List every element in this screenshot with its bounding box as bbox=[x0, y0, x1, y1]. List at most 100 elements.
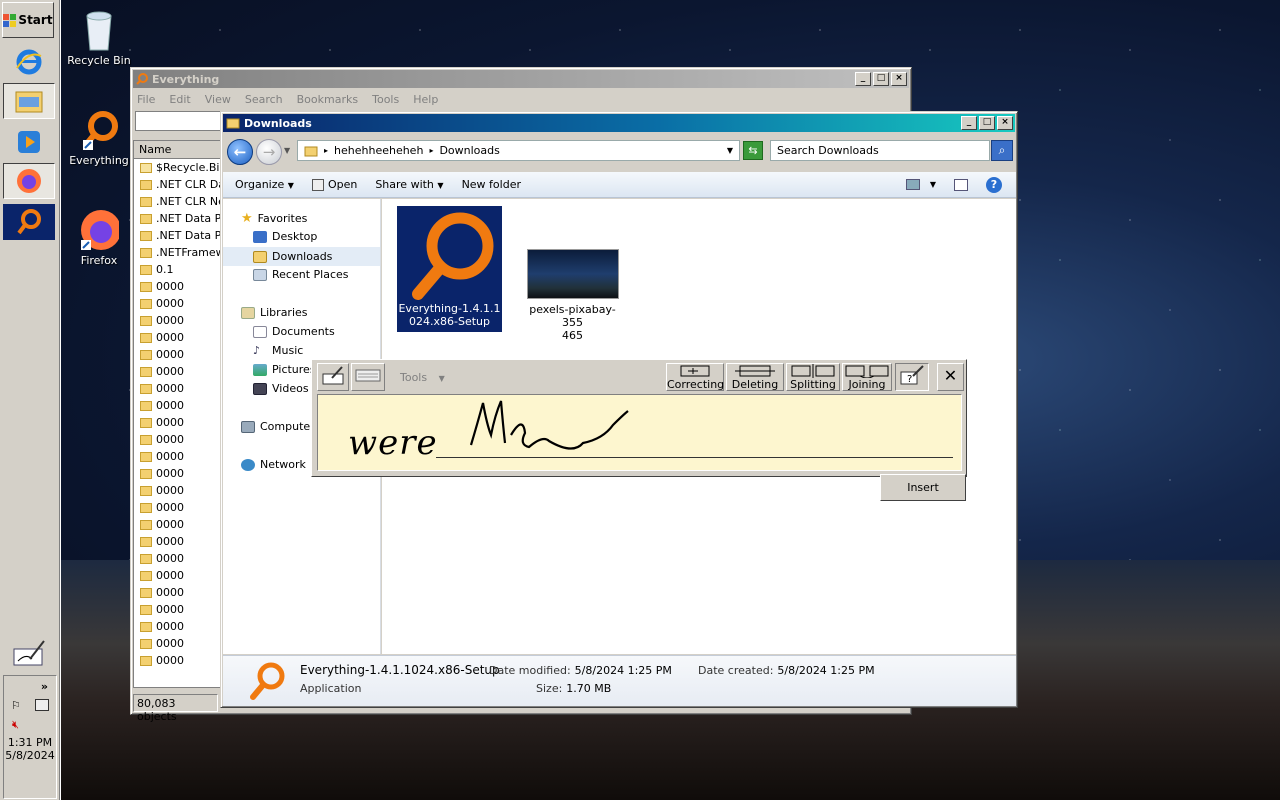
back-button[interactable]: ← bbox=[227, 139, 253, 165]
new-folder-button[interactable]: New folder bbox=[462, 178, 521, 191]
column-header-name[interactable]: Name bbox=[134, 141, 220, 159]
nav-desktop[interactable]: Desktop bbox=[253, 230, 317, 243]
change-view-icon[interactable] bbox=[905, 179, 920, 190]
everything-search-input[interactable] bbox=[135, 111, 223, 131]
list-item[interactable]: 0000 bbox=[134, 550, 220, 567]
list-item[interactable]: 0000 bbox=[134, 601, 220, 618]
network-icon[interactable] bbox=[34, 699, 49, 711]
action-center-flag-icon[interactable]: ⚐ bbox=[11, 699, 21, 712]
forward-button[interactable]: → bbox=[256, 139, 282, 165]
keyboard-button[interactable] bbox=[351, 363, 385, 391]
deleting-button[interactable]: Deleting bbox=[726, 363, 784, 391]
maximize-button[interactable]: □ bbox=[979, 116, 995, 130]
nav-music[interactable]: ♪ Music bbox=[253, 344, 303, 357]
everything-results-list[interactable]: Name $Recycle.Bin .NET CLR Dat .NET CLR Ne… bbox=[133, 140, 221, 688]
menu-help[interactable]: Help bbox=[413, 93, 438, 106]
address-bar[interactable]: ▸ hehehheeheheh ▸ Downloads ▼ bbox=[297, 140, 740, 161]
media-player-button[interactable] bbox=[3, 124, 55, 160]
close-button[interactable]: × bbox=[891, 72, 907, 86]
nav-videos[interactable]: Videos bbox=[253, 382, 309, 395]
internet-explorer-button[interactable] bbox=[3, 44, 55, 80]
search-input[interactable]: Search Downloads bbox=[770, 140, 990, 161]
search-button[interactable]: ⌕ bbox=[991, 140, 1013, 161]
list-item[interactable]: 0000 bbox=[134, 295, 220, 312]
writing-area[interactable]: were bbox=[317, 394, 962, 471]
firefox-taskbar-button[interactable] bbox=[3, 163, 55, 199]
list-item[interactable]: 0000 bbox=[134, 329, 220, 346]
list-item[interactable]: $Recycle.Bin bbox=[134, 159, 220, 176]
breadcrumb-separator-icon[interactable]: ▸ bbox=[324, 146, 328, 155]
explorer-taskbar-button[interactable] bbox=[3, 83, 55, 119]
close-button[interactable]: × bbox=[997, 116, 1013, 130]
desktop-icon-everything[interactable]: Everything bbox=[64, 108, 134, 167]
preview-pane-icon[interactable] bbox=[954, 178, 968, 191]
help-button[interactable]: ? bbox=[895, 363, 929, 391]
nav-recent-places[interactable]: Recent Places bbox=[253, 268, 349, 281]
list-item[interactable]: .NET CLR Net bbox=[134, 193, 220, 210]
list-item[interactable]: 0000 bbox=[134, 397, 220, 414]
explorer-titlebar[interactable]: Downloads _ □ × bbox=[223, 114, 1015, 132]
help-icon[interactable]: ? bbox=[986, 176, 1002, 193]
list-item[interactable]: 0000 bbox=[134, 652, 220, 669]
list-item[interactable]: 0000 bbox=[134, 584, 220, 601]
menu-search[interactable]: Search bbox=[245, 93, 283, 106]
list-item[interactable]: 0000 bbox=[134, 414, 220, 431]
list-item[interactable]: 0000 bbox=[134, 567, 220, 584]
desktop-icon-firefox[interactable]: Firefox bbox=[64, 208, 134, 267]
minimize-button[interactable]: _ bbox=[855, 72, 871, 86]
list-item[interactable]: 0000 bbox=[134, 312, 220, 329]
menu-view[interactable]: View bbox=[205, 93, 231, 106]
list-item[interactable]: 0000 bbox=[134, 482, 220, 499]
menu-tools[interactable]: Tools bbox=[372, 93, 399, 106]
volume-muted-icon[interactable]: 🔇︎ bbox=[4, 718, 56, 732]
list-item[interactable]: 0000 bbox=[134, 499, 220, 516]
list-item[interactable]: 0000 bbox=[134, 278, 220, 295]
joining-button[interactable]: Joining bbox=[842, 363, 892, 391]
nav-network[interactable]: Network bbox=[241, 458, 306, 471]
clock-time[interactable]: 1:31 PM bbox=[4, 736, 56, 749]
nav-pictures[interactable]: Pictures bbox=[253, 363, 316, 376]
list-item[interactable]: 0000 bbox=[134, 448, 220, 465]
nav-favorites[interactable]: ★ Favorites bbox=[241, 211, 307, 226]
everything-titlebar[interactable]: Everything _ □ × bbox=[133, 70, 909, 88]
refresh-button[interactable]: ⇆ bbox=[743, 141, 763, 160]
writing-pad-button[interactable] bbox=[317, 363, 349, 391]
file-item-pexels-image[interactable]: pexels-pixabay-355 465 bbox=[520, 249, 625, 342]
splitting-button[interactable]: Splitting bbox=[786, 363, 840, 391]
view-options-button[interactable]: ▼ ? bbox=[905, 176, 1016, 193]
menu-file[interactable]: File bbox=[137, 93, 155, 106]
tablet-input-button[interactable] bbox=[3, 634, 55, 672]
list-item[interactable]: .NET Data Pr bbox=[134, 210, 220, 227]
list-item[interactable]: 0000 bbox=[134, 380, 220, 397]
breadcrumb-user[interactable]: hehehheeheheh bbox=[334, 144, 423, 157]
file-item-everything-setup[interactable]: Everything-1.4.1.1 024.x86-Setup bbox=[397, 206, 502, 332]
recent-pages-dropdown-icon[interactable]: ▼ bbox=[284, 146, 290, 155]
desktop-icon-recycle-bin[interactable]: Recycle Bin bbox=[64, 8, 134, 67]
list-item[interactable]: 0000 bbox=[134, 635, 220, 652]
menu-bookmarks[interactable]: Bookmarks bbox=[297, 93, 358, 106]
open-button[interactable]: Open bbox=[311, 178, 357, 191]
insert-button[interactable]: Insert bbox=[880, 474, 966, 501]
start-button[interactable]: Start bbox=[2, 2, 54, 38]
organize-button[interactable]: Organize ▼ bbox=[235, 178, 294, 191]
breadcrumb-separator-icon[interactable]: ▸ bbox=[429, 146, 433, 155]
menu-edit[interactable]: Edit bbox=[169, 93, 190, 106]
everything-taskbar-button[interactable] bbox=[3, 204, 55, 240]
list-item[interactable]: 0000 bbox=[134, 363, 220, 380]
tools-menu[interactable]: Tools ▼ bbox=[387, 363, 665, 391]
list-item[interactable]: .NET Data Pr bbox=[134, 227, 220, 244]
correcting-button[interactable]: Correcting bbox=[666, 363, 724, 391]
maximize-button[interactable]: □ bbox=[873, 72, 889, 86]
list-item[interactable]: 0000 bbox=[134, 346, 220, 363]
nav-computer[interactable]: Computer bbox=[241, 420, 315, 433]
list-item[interactable]: .NETFramewo bbox=[134, 244, 220, 261]
address-dropdown-icon[interactable]: ▼ bbox=[727, 146, 733, 155]
list-item[interactable]: 0000 bbox=[134, 516, 220, 533]
list-item[interactable]: 0000 bbox=[134, 533, 220, 550]
nav-downloads[interactable]: Downloads bbox=[223, 247, 380, 266]
show-hidden-icons-button[interactable]: » bbox=[4, 680, 56, 693]
minimize-button[interactable]: _ bbox=[961, 116, 977, 130]
clock-date[interactable]: 5/8/2024 bbox=[4, 749, 56, 762]
list-item[interactable]: .NET CLR Dat bbox=[134, 176, 220, 193]
breadcrumb-downloads[interactable]: Downloads bbox=[439, 144, 499, 157]
